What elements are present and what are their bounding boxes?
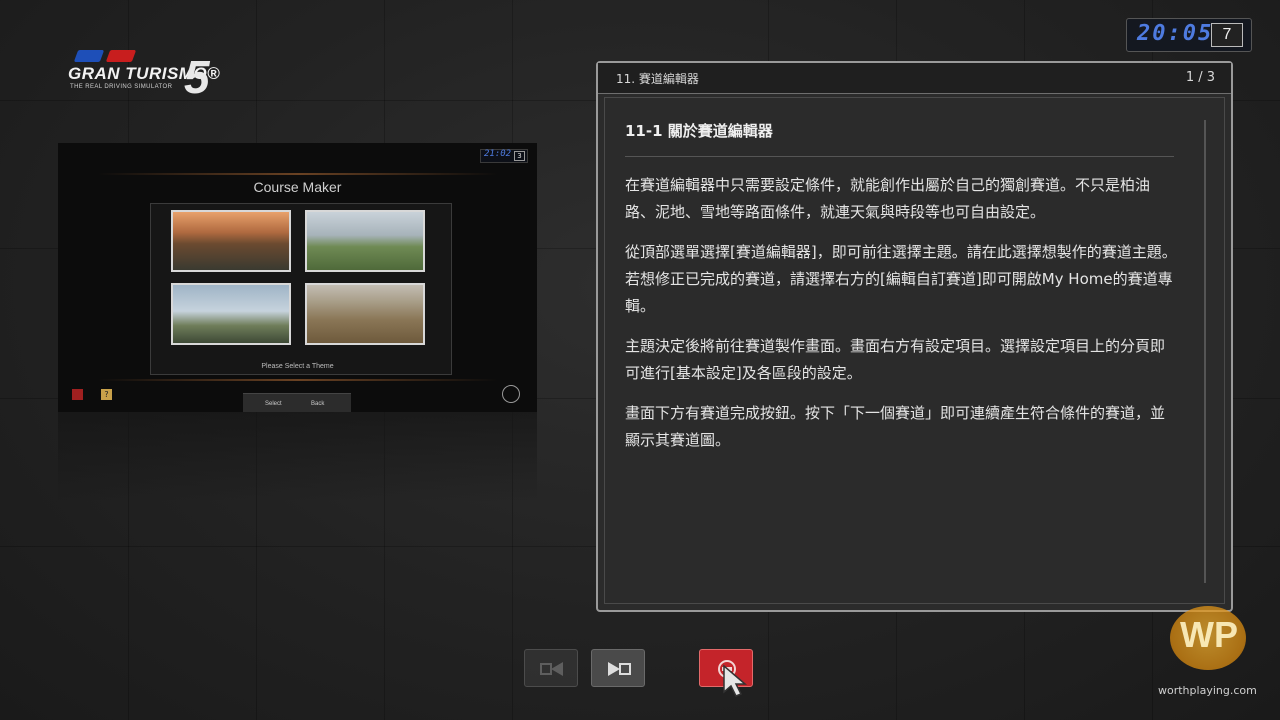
theme-thumbnail [305, 283, 425, 345]
help-icon: ? [101, 389, 112, 400]
preview-button-bar: Select Back [243, 393, 351, 412]
logo-number: 5 [184, 51, 210, 103]
clock-display: 20:05 7 [1126, 18, 1252, 52]
prev-page-icon [540, 662, 563, 676]
preview-reflection [58, 412, 537, 502]
preview-clock-day: 3 [514, 151, 525, 161]
prev-page-button[interactable] [524, 649, 578, 687]
page-indicator: 1 / 3 [1185, 70, 1215, 85]
logo-subtitle: THE REAL DRIVING SIMULATOR [70, 84, 173, 90]
preview-back-label: Back [311, 401, 325, 407]
preview-title: Course Maker [253, 179, 342, 195]
next-page-button[interactable] [591, 649, 645, 687]
clock-time: 20:05 [1137, 21, 1214, 46]
watermark-text: worthplaying.com [1158, 684, 1257, 697]
content-heading: 11-1 關於賽道編輯器 [625, 122, 773, 140]
manual-panel: 11. 賽道編輯器 1 / 3 11-1 關於賽道編輯器 在賽道編輯器中只需要設… [596, 61, 1233, 612]
content-paragraph: 從頂部選單選擇[賽道編輯器]，即可前往選擇主題。請在此選擇想製作的賽道主題。若想… [625, 243, 1177, 315]
logo-flag-blue [73, 50, 105, 62]
next-page-icon [608, 662, 631, 676]
panel-header: 11. 賽道編輯器 1 / 3 [598, 63, 1231, 94]
theme-thumbnail [305, 210, 425, 272]
section-title: 11. 賽道編輯器 [616, 72, 699, 86]
scrollbar[interactable] [1204, 120, 1206, 583]
content-body: 在賽道編輯器中只需要設定條件，就能創作出屬於自己的獨創賽道。不只是柏油路、泥地、… [625, 172, 1177, 467]
course-maker-preview: 21:02 3 Course Maker Please Select a The… [58, 143, 537, 412]
preview-select-label: Select [265, 401, 282, 407]
clock-day: 7 [1211, 23, 1243, 47]
heading-divider [625, 156, 1174, 157]
content-paragraph: 主題決定後將前往賽道製作畫面。畫面右方有設定項目。選擇設定項目上的分頁即可進行[… [625, 337, 1166, 382]
logo-flag-red [105, 50, 137, 62]
running-man-icon [72, 389, 83, 400]
theme-thumbnail [171, 210, 291, 272]
watermark-letters: WP [1180, 614, 1238, 655]
car-icon [502, 385, 520, 403]
preview-clock-time: 21:02 [484, 149, 512, 159]
preview-glow-top [98, 173, 498, 175]
preview-glow-bottom [98, 379, 498, 381]
pointer-cursor-icon [723, 664, 748, 697]
panel-content[interactable]: 11-1 關於賽道編輯器 在賽道編輯器中只需要設定條件，就能創作出屬於自己的獨創… [604, 97, 1225, 604]
content-paragraph: 畫面下方有賽道完成按鈕。按下「下一個賽道」即可連續產生符合條件的賽道，並顯示其賽… [625, 404, 1166, 449]
gran-turismo-logo: GRAN TURISMO® THE REAL DRIVING SIMULATOR… [66, 48, 226, 108]
theme-thumbnail [171, 283, 291, 345]
preview-clock: 21:02 3 [480, 149, 528, 163]
preview-select-prompt: Please Select a Theme [261, 363, 334, 370]
watermark-logo: WP [1162, 606, 1254, 676]
content-paragraph: 在賽道編輯器中只需要設定條件，就能創作出屬於自己的獨創賽道。不只是柏油路、泥地、… [625, 176, 1151, 221]
